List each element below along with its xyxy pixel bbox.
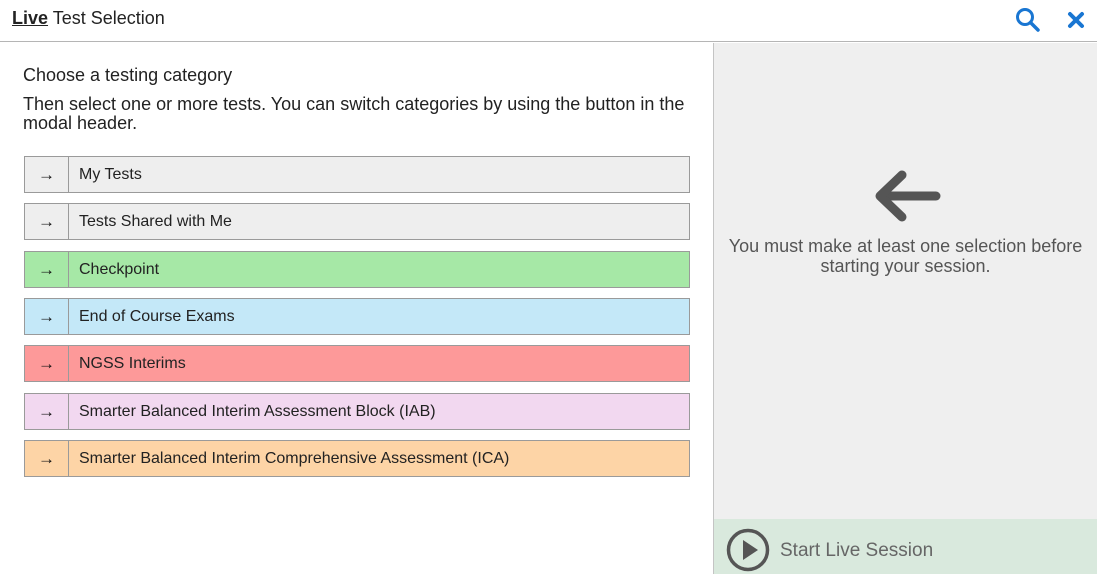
title-rest: Test Selection <box>48 8 165 28</box>
start-live-session-label: Start Live Session <box>780 540 934 561</box>
selection-panel: You must make at least one selection bef… <box>714 43 1097 574</box>
category-ngss-interims[interactable]: → NGSS Interims <box>24 345 690 382</box>
search-button[interactable] <box>1014 6 1042 34</box>
arrow-right-icon: → <box>25 394 69 429</box>
category-heading: Choose a testing category <box>23 65 233 85</box>
category-label: Checkpoint <box>79 261 160 278</box>
modal-title: Live Test Selection <box>12 8 165 29</box>
category-label: My Tests <box>79 166 142 183</box>
category-label: NGSS Interims <box>79 355 186 372</box>
category-tests-shared-with-me[interactable]: → Tests Shared with Me <box>24 203 690 240</box>
modal-header: Live Test Selection <box>0 0 1097 42</box>
play-circle-icon <box>726 528 770 572</box>
arrow-left-icon <box>875 170 941 222</box>
close-icon <box>1068 12 1084 28</box>
arrow-right-icon: → <box>25 157 69 192</box>
arrow-right-icon: → <box>25 346 69 381</box>
category-instructions: Then select one or more tests. You can s… <box>23 94 685 133</box>
category-label: Smarter Balanced Interim Comprehensive A… <box>79 450 510 467</box>
empty-selection-message: You must make at least one selection bef… <box>714 236 1097 276</box>
start-live-session-button[interactable]: Start Live Session <box>714 519 1097 574</box>
arrow-right-icon: → <box>25 441 69 476</box>
close-button[interactable] <box>1062 6 1090 34</box>
category-smarter-balanced-ica[interactable]: → Smarter Balanced Interim Comprehensive… <box>24 440 690 477</box>
arrow-right-icon: → <box>25 299 69 334</box>
title-live: Live <box>12 8 49 28</box>
empty-message-line-1: You must make at least one selection bef… <box>728 236 1083 256</box>
arrow-right-icon: → <box>25 204 69 239</box>
category-end-of-course-exams[interactable]: → End of Course Exams <box>24 298 690 335</box>
category-my-tests[interactable]: → My Tests <box>24 156 690 193</box>
category-label: End of Course Exams <box>79 308 235 325</box>
category-label: Tests Shared with Me <box>79 213 232 230</box>
arrow-right-icon: → <box>25 252 69 287</box>
category-checkpoint[interactable]: → Checkpoint <box>24 251 690 288</box>
category-panel: Choose a testing category Then select on… <box>0 43 713 574</box>
empty-message-line-2: starting your session. <box>820 256 991 276</box>
search-icon <box>1016 8 1040 32</box>
category-smarter-balanced-iab[interactable]: → Smarter Balanced Interim Assessment Bl… <box>24 393 690 430</box>
category-label: Smarter Balanced Interim Assessment Bloc… <box>79 403 436 420</box>
